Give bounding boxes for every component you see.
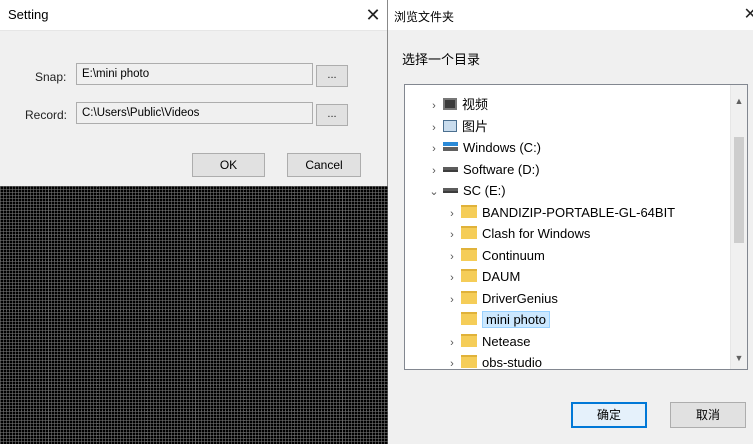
chevron-right-icon[interactable]: › [427,118,441,139]
tree-item[interactable]: › Clash for Windows [445,223,590,244]
folder-icon [461,312,477,325]
scroll-thumb[interactable] [734,137,744,243]
folder-icon [461,290,477,304]
chevron-right-icon[interactable]: › [445,247,459,268]
tree-item-label: obs-studio [482,355,542,370]
chevron-right-icon[interactable]: › [427,96,441,117]
confirm-button[interactable]: 确定 [571,402,647,428]
tree-item-label: 图片 [462,118,489,134]
tree-item[interactable]: mini photo [445,309,550,330]
chevron-right-icon[interactable]: › [445,354,459,369]
tree-item[interactable]: ⌄ SC (E:) [427,180,506,203]
close-icon[interactable]: ✕ [744,4,753,24]
tree-item-label: mini photo [482,311,550,328]
tree-item-label: BANDIZIP-PORTABLE-GL-64BIT [482,204,676,220]
setting-titlebar: Setting ✕ [0,0,387,31]
tree-item[interactable]: › obs-studio [445,352,542,370]
tree-item[interactable]: › 视频 [427,94,488,115]
tree-item[interactable]: › BANDIZIP-PORTABLE-GL-64BIT [445,202,675,223]
folder-icon [461,226,477,239]
chevron-right-icon[interactable]: › [445,204,459,225]
ok-button[interactable]: OK [192,153,265,177]
tree-item[interactable]: › Software (D:) [427,159,540,182]
record-label: Record: [25,108,68,122]
chevron-down-icon[interactable]: ⌄ [427,182,441,203]
browse-title: 浏览文件夹 [394,10,455,24]
tree-item-label: DAUM [482,269,521,284]
tree-item[interactable]: › Netease [445,331,530,352]
folder-icon [461,333,477,347]
tree-item[interactable]: › DAUM [445,266,520,287]
folder-icon [461,247,477,261]
tree-scrollbar[interactable]: ▲ ▼ [730,85,747,369]
folder-tree[interactable]: › obs-studio › Netease mini photo › DriverGeni… [404,84,748,370]
picture-icon [443,119,457,132]
tree-item-label: Clash for Windows [482,226,591,241]
browse-titlebar: 浏览文件夹 ✕ [388,0,753,30]
tree-item[interactable]: › DriverGenius [445,288,558,309]
tree-item[interactable]: › 图片 [427,116,488,137]
drive-icon [443,166,458,172]
setting-dialog: Setting ✕ Snap: E:\mini photo ... Record… [0,0,388,186]
folder-icon [461,355,477,368]
scroll-up-icon[interactable]: ▲ [731,93,747,110]
windows-drive-icon [443,142,458,151]
snap-label: Snap: [35,70,67,84]
browse-folder-dialog: 浏览文件夹 ✕ 选择一个目录 › obs-studio › Netease mini p… [388,0,753,444]
folder-icon [461,269,477,282]
snap-browse-button[interactable]: ... [316,65,348,87]
tree-item-label: Continuum [482,247,545,263]
video-icon [443,98,457,110]
drive-icon [443,188,458,193]
snap-path-field[interactable]: E:\mini photo [76,63,313,85]
plot-grid-area [0,186,388,444]
tree-item[interactable]: › Windows (C:) [427,137,541,158]
tree-item-label: Netease [482,333,531,349]
chevron-right-icon[interactable]: › [445,268,459,289]
tree-item[interactable]: › Continuum [445,245,545,266]
chevron-right-icon[interactable]: › [445,225,459,246]
chevron-right-icon[interactable]: › [445,290,459,311]
tree-item-label: Windows (C:) [463,140,542,155]
tree-item-label: DriverGenius [482,290,558,306]
tree-item-label: Software (D:) [463,161,540,177]
record-browse-button[interactable]: ... [316,104,348,126]
cancel-button[interactable]: Cancel [287,153,361,177]
setting-title: Setting [8,7,49,22]
record-path-field[interactable]: C:\Users\Public\Videos [76,102,313,124]
scroll-down-icon[interactable]: ▼ [731,350,747,367]
chevron-right-icon[interactable]: › [427,161,441,182]
tree-item-label: 视频 [462,97,489,112]
close-icon[interactable]: ✕ [359,0,387,30]
chevron-right-icon[interactable]: › [445,333,459,354]
browse-instruction: 选择一个目录 [402,52,481,67]
folder-icon [461,204,477,218]
tree-item-label: SC (E:) [463,183,506,198]
browse-cancel-button[interactable]: 取消 [670,402,746,428]
chevron-right-icon[interactable]: › [427,139,441,160]
